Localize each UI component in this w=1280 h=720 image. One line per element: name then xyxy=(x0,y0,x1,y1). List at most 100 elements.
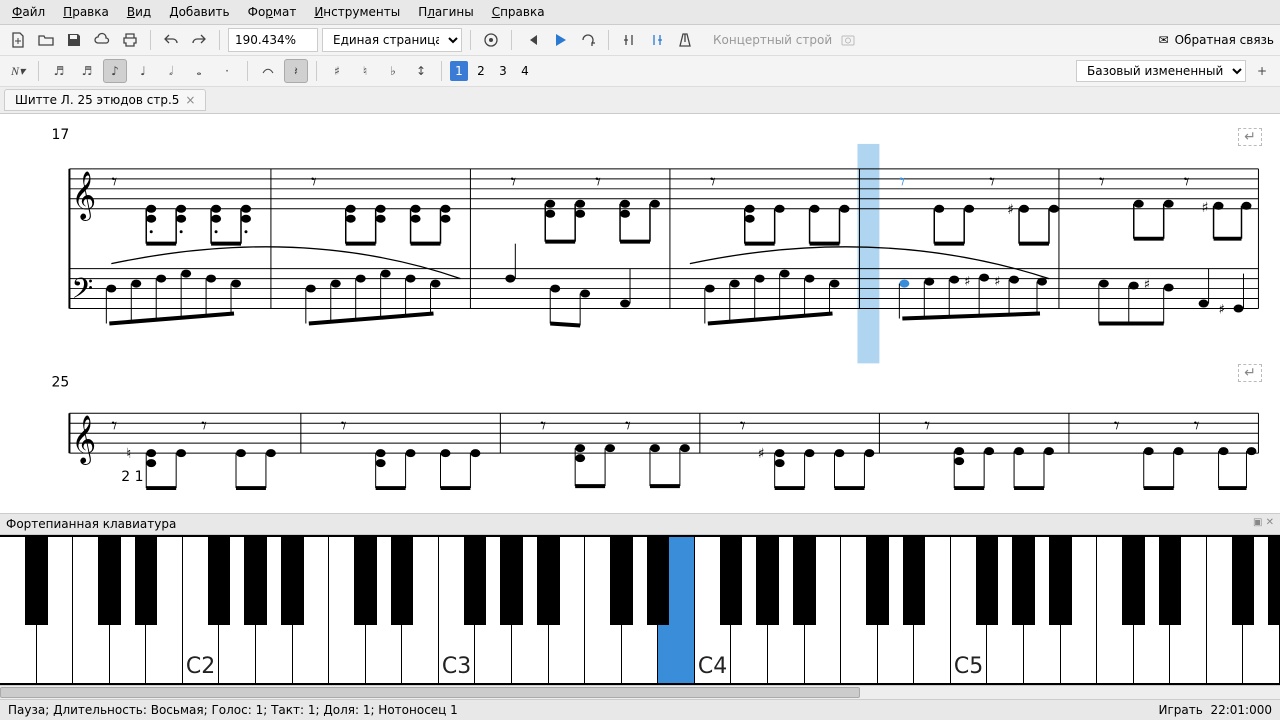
black-key[interactable] xyxy=(98,537,121,625)
black-key[interactable] xyxy=(244,537,267,625)
menu-add[interactable]: Добавить xyxy=(161,2,237,22)
feedback-link[interactable]: ✉ Обратная связь xyxy=(1159,33,1274,47)
key-label: C2 xyxy=(186,654,215,679)
black-key[interactable] xyxy=(1232,537,1255,625)
voice-1-button[interactable]: 1 xyxy=(450,61,468,81)
play-icon[interactable] xyxy=(548,28,572,52)
black-key[interactable] xyxy=(25,537,48,625)
menu-edit[interactable]: Правка xyxy=(55,2,117,22)
black-key[interactable] xyxy=(976,537,999,625)
duration-dot-icon[interactable]: · xyxy=(215,59,239,83)
redo-icon[interactable] xyxy=(187,28,211,52)
natural-icon[interactable]: ♮ xyxy=(353,59,377,83)
duration-whole-icon[interactable]: 𝅝 xyxy=(187,59,211,83)
score-canvas[interactable]: ↵ ↵ 17 𝄞 𝄢 𝄾 xyxy=(0,114,1280,513)
menu-tools[interactable]: Инструменты xyxy=(306,2,408,22)
status-left: Пауза; Длительность: Восьмая; Голос: 1; … xyxy=(8,703,458,717)
image-capture-icon[interactable] xyxy=(479,28,503,52)
black-key[interactable] xyxy=(208,537,231,625)
measure-number: 25 xyxy=(51,374,69,390)
save-icon[interactable] xyxy=(62,28,86,52)
workspace-select[interactable]: Базовый измененный xyxy=(1076,60,1246,82)
loop-out-icon[interactable] xyxy=(645,28,669,52)
camera-icon[interactable] xyxy=(836,28,860,52)
piano-panel-title: Фортепианная клавиатура xyxy=(6,517,176,531)
menu-format[interactable]: Формат xyxy=(240,2,305,22)
svg-text:𝄾: 𝄾 xyxy=(924,414,930,439)
black-key[interactable] xyxy=(1159,537,1182,625)
black-key[interactable] xyxy=(647,537,670,625)
key-label: C4 xyxy=(698,654,727,679)
key-label: C3 xyxy=(442,654,471,679)
black-key[interactable] xyxy=(354,537,377,625)
duration-half-icon[interactable]: 𝅗𝅥 xyxy=(159,59,183,83)
black-key[interactable] xyxy=(537,537,560,625)
duration-8th-icon[interactable]: ♪ xyxy=(103,59,127,83)
black-key[interactable] xyxy=(866,537,889,625)
black-key[interactable] xyxy=(1012,537,1035,625)
undo-icon[interactable] xyxy=(159,28,183,52)
cloud-icon[interactable] xyxy=(90,28,114,52)
black-key[interactable] xyxy=(391,537,414,625)
menu-file[interactable]: Файл xyxy=(4,2,53,22)
add-workspace-icon[interactable]: + xyxy=(1250,59,1274,83)
main-toolbar: Единая страница Концертный строй ✉ Обрат… xyxy=(0,25,1280,56)
horizontal-scrollbar[interactable] xyxy=(0,685,1280,699)
duration-quarter-icon[interactable]: ♩ xyxy=(131,59,155,83)
black-key[interactable] xyxy=(1268,537,1280,625)
svg-text:𝄞: 𝄞 xyxy=(71,170,96,221)
zoom-input[interactable] xyxy=(228,28,318,52)
black-key[interactable] xyxy=(720,537,743,625)
close-icon[interactable]: × xyxy=(185,93,195,107)
feedback-label: Обратная связь xyxy=(1175,33,1274,47)
svg-text:𝄾: 𝄾 xyxy=(111,414,117,439)
menu-help[interactable]: Справка xyxy=(484,2,553,22)
loop-icon[interactable] xyxy=(576,28,600,52)
print-icon[interactable] xyxy=(118,28,142,52)
sharp-icon[interactable]: ♯ xyxy=(325,59,349,83)
document-tab[interactable]: Шитте Л. 25 этюдов стр.5 × xyxy=(4,89,206,111)
voice-3-button[interactable]: 3 xyxy=(494,61,512,81)
flat-icon[interactable]: ♭ xyxy=(381,59,405,83)
black-key[interactable] xyxy=(793,537,816,625)
panel-controls[interactable]: ▣ ✕ xyxy=(1253,517,1274,531)
piano-keyboard[interactable]: C2C3C4C5 xyxy=(0,535,1280,685)
black-key[interactable] xyxy=(1049,537,1072,625)
flip-icon[interactable]: ↕ xyxy=(409,59,433,83)
system-break-icon[interactable]: ↵ xyxy=(1238,364,1262,382)
loop-in-icon[interactable] xyxy=(617,28,641,52)
black-key[interactable] xyxy=(1122,537,1145,625)
black-key[interactable] xyxy=(903,537,926,625)
black-key[interactable] xyxy=(135,537,158,625)
black-key[interactable] xyxy=(500,537,523,625)
svg-text:𝄾: 𝄾 xyxy=(540,414,546,439)
system-break-icon[interactable]: ↵ xyxy=(1238,128,1262,146)
menu-view[interactable]: Вид xyxy=(119,2,159,22)
note-input-toolbar: N▾ ♬ ♬ ♪ ♩ 𝅗𝅥 𝅝 · 𝄽 ♯ ♮ ♭ ↕ 1 2 3 4 Базо… xyxy=(0,56,1280,87)
tie-icon[interactable] xyxy=(256,59,280,83)
new-file-icon[interactable] xyxy=(6,28,30,52)
rest-icon[interactable]: 𝄽 xyxy=(284,59,308,83)
svg-text:𝄾: 𝄾 xyxy=(341,414,347,439)
open-file-icon[interactable] xyxy=(34,28,58,52)
svg-text:𝄾: 𝄾 xyxy=(1194,414,1200,439)
tab-title: Шитте Л. 25 этюдов стр.5 xyxy=(15,93,179,107)
svg-text:♯: ♯ xyxy=(1007,202,1014,218)
duration-32nd-icon[interactable]: ♬ xyxy=(47,59,71,83)
concert-pitch-label[interactable]: Концертный строй xyxy=(713,33,832,47)
black-key[interactable] xyxy=(610,537,633,625)
black-key[interactable] xyxy=(281,537,304,625)
note-input-mode-icon[interactable]: N▾ xyxy=(6,59,30,83)
duration-16th-icon[interactable]: ♬ xyxy=(75,59,99,83)
black-key[interactable] xyxy=(756,537,779,625)
black-key[interactable] xyxy=(464,537,487,625)
metronome-icon[interactable] xyxy=(673,28,697,52)
piano-panel-header: Фортепианная клавиатура ▣ ✕ xyxy=(0,513,1280,535)
rewind-icon[interactable] xyxy=(520,28,544,52)
page-mode-select[interactable]: Единая страница xyxy=(322,28,462,52)
voice-4-button[interactable]: 4 xyxy=(516,61,534,81)
svg-text:♯: ♯ xyxy=(1219,303,1225,318)
svg-text:♯: ♯ xyxy=(758,446,765,462)
menu-plugins[interactable]: Плагины xyxy=(410,2,481,22)
voice-2-button[interactable]: 2 xyxy=(472,61,490,81)
